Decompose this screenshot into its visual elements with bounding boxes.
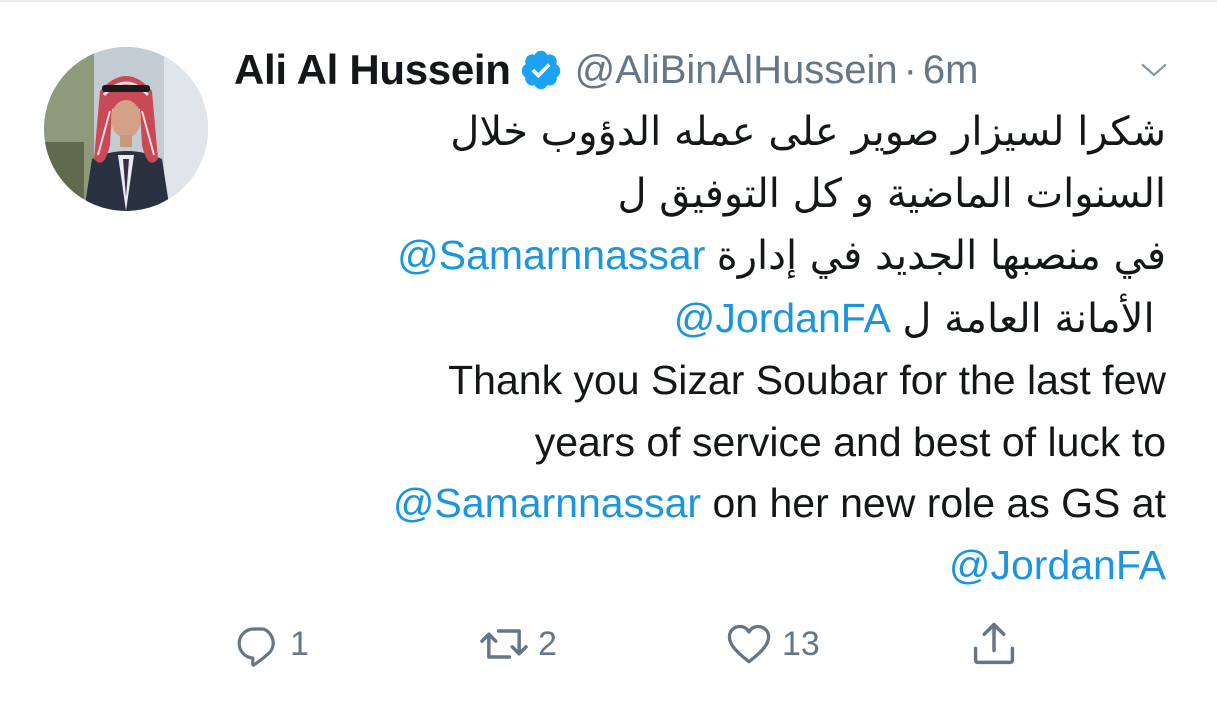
tweet-actions: 1 2 13 xyxy=(234,614,1094,674)
share-icon xyxy=(973,622,1015,665)
english-line-1: Thank you Sizar Soubar for the last few xyxy=(448,357,1166,403)
tweet-timestamp[interactable]: 6m xyxy=(923,48,979,93)
arabic-line-2: السنوات الماضية و كل التوفيق ل xyxy=(617,170,1166,217)
avatar[interactable] xyxy=(44,47,208,211)
profile-photo-icon xyxy=(44,47,208,211)
heart-icon xyxy=(727,624,771,664)
english-line-2: years of service and best of luck to xyxy=(534,418,1166,465)
retweet-button[interactable]: 2 xyxy=(478,614,557,674)
author-handle[interactable]: @AliBinAlHussein xyxy=(575,48,898,93)
mention-samarnnassar[interactable]: @Samarnnassar xyxy=(397,232,705,278)
chevron-down-icon xyxy=(1141,63,1167,77)
reply-count: 1 xyxy=(290,624,309,663)
reply-icon xyxy=(237,627,275,667)
tweet-body: شكرا لسيزار صوير على عمله الدؤوب خلال ال… xyxy=(250,102,1166,596)
verified-badge-icon xyxy=(519,48,563,92)
arabic-line-3: @Samarnnassar في منصبها الجديد في إدارة xyxy=(250,225,1166,288)
english-line-4: @JordanFA xyxy=(250,535,1166,597)
author-display-name[interactable]: Ali Al Hussein xyxy=(234,46,511,94)
mention-jordanfa[interactable]: @JordanFA xyxy=(674,295,891,341)
arabic-line-4-text: الأمانة العامة ل xyxy=(902,295,1155,342)
reply-button[interactable]: 1 xyxy=(234,614,309,674)
arabic-line-3-text: في منصبها الجديد في إدارة xyxy=(716,233,1166,279)
mention-samarnnassar[interactable]: @Samarnnassar xyxy=(393,480,701,526)
mention-jordanfa[interactable]: @JordanFA xyxy=(949,542,1166,588)
more-options-button[interactable] xyxy=(1134,52,1174,88)
english-line-3-text: on her new role as GS at xyxy=(712,480,1166,526)
header-separator: · xyxy=(903,47,917,92)
tweet-header: Ali Al Hussein @AliBinAlHussein · 6m xyxy=(234,40,979,100)
arabic-line-4: @JordanFA الأمانة العامة ل xyxy=(250,288,1166,351)
retweet-count: 2 xyxy=(538,624,557,663)
retweet-icon xyxy=(480,629,528,659)
arabic-line-1: شكرا لسيزار صوير على عمله الدؤوب خلال xyxy=(450,109,1166,155)
share-button[interactable] xyxy=(968,614,1020,674)
like-count: 13 xyxy=(782,624,820,663)
like-button[interactable]: 13 xyxy=(724,614,820,674)
tweet-card[interactable]: Ali Al Hussein @AliBinAlHussein · 6m شكر… xyxy=(0,2,1217,703)
english-line-3: @Samarnnassar on her new role as GS at xyxy=(250,473,1166,535)
